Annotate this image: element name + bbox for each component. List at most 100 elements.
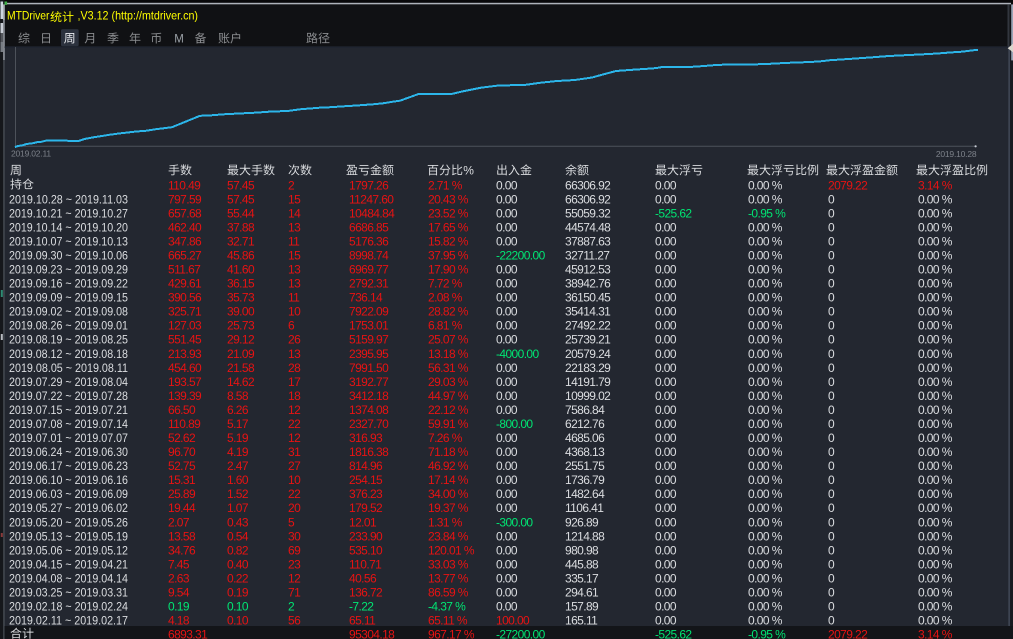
svg-text:1797.26: 1797.26 <box>349 178 389 192</box>
svg-text:0: 0 <box>828 529 835 543</box>
svg-text:1374.08: 1374.08 <box>349 403 389 417</box>
svg-text:15.31: 15.31 <box>168 473 196 487</box>
svg-text:0: 0 <box>828 333 835 347</box>
svg-text:390.56: 390.56 <box>168 291 202 305</box>
svg-text:0.00: 0.00 <box>655 529 677 543</box>
svg-text:2: 2 <box>288 178 295 192</box>
svg-text:2019.10.28: 2019.10.28 <box>936 149 977 159</box>
svg-text:0: 0 <box>828 277 835 291</box>
svg-text:0.00: 0.00 <box>496 305 518 319</box>
svg-text:14191.79: 14191.79 <box>565 375 611 389</box>
svg-text:445.88: 445.88 <box>565 557 599 571</box>
svg-text:2019.06.24 ~ 2019.06.30: 2019.06.24 ~ 2019.06.30 <box>9 445 128 459</box>
svg-text:0.00: 0.00 <box>655 263 677 277</box>
svg-text:65.11 %: 65.11 % <box>428 614 468 628</box>
svg-text:-4.37 %: -4.37 % <box>428 600 466 614</box>
svg-text:0.00: 0.00 <box>655 515 677 529</box>
svg-text:0.00 %: 0.00 % <box>748 571 783 585</box>
svg-text:14: 14 <box>288 206 301 220</box>
svg-text:0.00 %: 0.00 % <box>748 234 783 248</box>
svg-text:0: 0 <box>828 571 835 585</box>
svg-text:-4000.00: -4000.00 <box>496 347 539 361</box>
svg-text:0: 0 <box>828 417 835 431</box>
svg-text:127.03: 127.03 <box>168 319 202 333</box>
svg-text:0.00: 0.00 <box>655 487 677 501</box>
svg-text:17.90 %: 17.90 % <box>428 263 469 277</box>
svg-text:0.00 %: 0.00 % <box>918 459 953 473</box>
svg-text:0.00 %: 0.00 % <box>748 319 783 333</box>
svg-text:0.00: 0.00 <box>496 263 518 277</box>
svg-text:2.47: 2.47 <box>227 459 249 473</box>
svg-text:2019.07.01 ~ 2019.07.07: 2019.07.01 ~ 2019.07.07 <box>9 431 128 445</box>
svg-text:52.62: 52.62 <box>168 431 196 445</box>
svg-text:20579.24: 20579.24 <box>565 347 611 361</box>
svg-text:254.15: 254.15 <box>349 473 383 487</box>
svg-text:25.73: 25.73 <box>227 319 255 333</box>
svg-text:2019.07.15 ~ 2019.07.21: 2019.07.15 ~ 2019.07.21 <box>9 403 128 417</box>
svg-text:-0.95 %: -0.95 % <box>748 628 786 639</box>
svg-text:0: 0 <box>828 249 835 263</box>
svg-text:139.39: 139.39 <box>168 389 202 403</box>
svg-text:36.15: 36.15 <box>227 277 255 291</box>
svg-text:0.00: 0.00 <box>496 445 518 459</box>
svg-text:376.23: 376.23 <box>349 487 383 501</box>
svg-text:0.00: 0.00 <box>655 291 677 305</box>
svg-text:0.00 %: 0.00 % <box>918 234 953 248</box>
svg-text:0.54: 0.54 <box>227 529 249 543</box>
svg-text:5: 5 <box>288 515 295 529</box>
svg-text:4368.13: 4368.13 <box>565 445 605 459</box>
svg-text:71.18 %: 71.18 % <box>428 445 469 459</box>
svg-text:0.00: 0.00 <box>496 459 518 473</box>
svg-text:0.00: 0.00 <box>496 473 518 487</box>
svg-text:0.00 %: 0.00 % <box>918 515 953 529</box>
svg-text:0.00 %: 0.00 % <box>748 249 783 263</box>
svg-text:57.45: 57.45 <box>227 178 255 192</box>
svg-text:7991.50: 7991.50 <box>349 361 389 375</box>
svg-text:0.43: 0.43 <box>227 515 249 529</box>
svg-text:0.00: 0.00 <box>496 234 518 248</box>
svg-text:0.00: 0.00 <box>496 585 518 599</box>
svg-text:1.31 %: 1.31 % <box>428 515 463 529</box>
svg-text:2019.07.29 ~ 2019.08.04: 2019.07.29 ~ 2019.08.04 <box>9 375 128 389</box>
svg-text:0.00 %: 0.00 % <box>748 361 783 375</box>
svg-text:22.12 %: 22.12 % <box>428 403 469 417</box>
svg-text:65.11: 65.11 <box>349 614 376 628</box>
svg-text:2.71 %: 2.71 % <box>428 178 463 192</box>
svg-text:66306.92: 66306.92 <box>565 192 611 206</box>
svg-text:32.71: 32.71 <box>227 234 255 248</box>
svg-text:23: 23 <box>288 557 301 571</box>
svg-text:31: 31 <box>288 445 301 459</box>
svg-text:980.98: 980.98 <box>565 543 599 557</box>
svg-text:13.18 %: 13.18 % <box>428 347 469 361</box>
svg-text:12.01: 12.01 <box>349 515 377 529</box>
svg-text:110.71: 110.71 <box>349 557 382 571</box>
svg-text:2019.06.10 ~ 2019.06.16: 2019.06.10 ~ 2019.06.16 <box>9 473 128 487</box>
svg-text:335.17: 335.17 <box>565 571 599 585</box>
svg-text:0: 0 <box>828 557 835 571</box>
svg-text:25.07 %: 25.07 % <box>428 333 469 347</box>
svg-text:39.00: 39.00 <box>227 305 255 319</box>
svg-text:0.82: 0.82 <box>227 543 249 557</box>
svg-text:0.00: 0.00 <box>655 375 677 389</box>
svg-text:19.44: 19.44 <box>168 501 196 515</box>
svg-text:%: % <box>463 163 474 177</box>
svg-text:0.10: 0.10 <box>227 600 249 614</box>
svg-text:0.00 %: 0.00 % <box>918 375 953 389</box>
svg-text:2019.07.22 ~ 2019.07.28: 2019.07.22 ~ 2019.07.28 <box>9 389 128 403</box>
svg-text:0.00: 0.00 <box>655 249 677 263</box>
svg-text:0.00: 0.00 <box>655 319 677 333</box>
svg-text:28: 28 <box>288 361 301 375</box>
svg-text:15: 15 <box>288 249 301 263</box>
svg-text:0: 0 <box>828 585 835 599</box>
svg-text:1106.41: 1106.41 <box>565 501 604 515</box>
svg-text:0: 0 <box>828 375 835 389</box>
svg-text:0.00: 0.00 <box>496 291 518 305</box>
svg-text:0.00 %: 0.00 % <box>918 319 953 333</box>
svg-text:0.00 %: 0.00 % <box>918 305 953 319</box>
svg-text:926.89: 926.89 <box>565 515 599 529</box>
svg-text:8.58: 8.58 <box>227 389 249 403</box>
svg-text:0.00 %: 0.00 % <box>748 501 783 515</box>
svg-text:0.00: 0.00 <box>655 403 677 417</box>
svg-text:0.00: 0.00 <box>655 220 677 234</box>
svg-text:10999.02: 10999.02 <box>565 389 611 403</box>
